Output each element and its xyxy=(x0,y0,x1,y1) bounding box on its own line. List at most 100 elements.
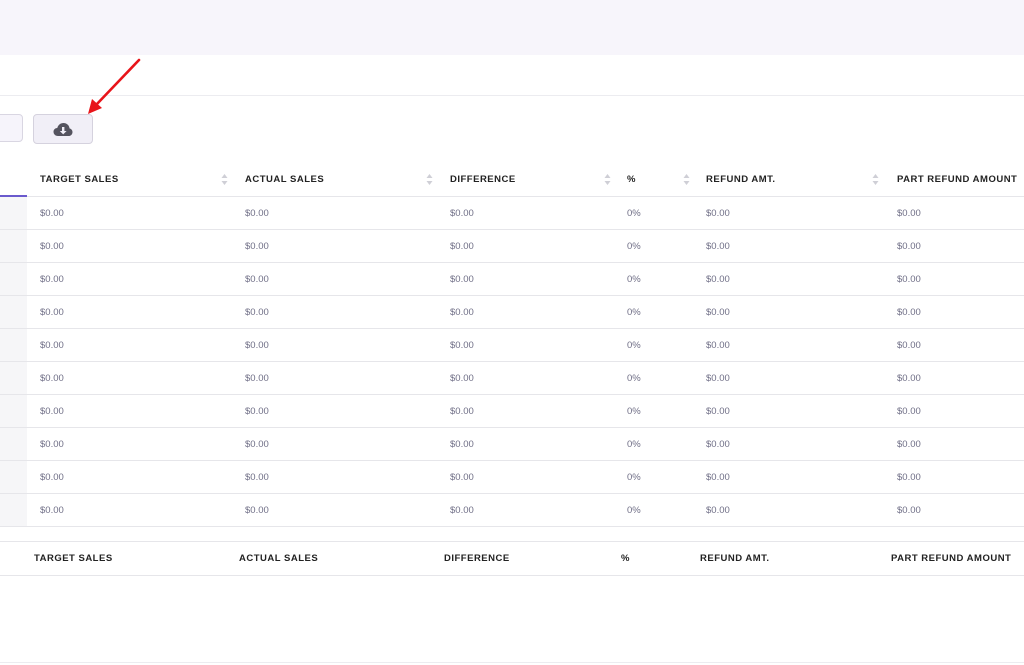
cell-actual: $0.00 xyxy=(245,504,269,516)
cell-difference: $0.00 xyxy=(450,240,474,252)
sort-icon[interactable] xyxy=(221,173,228,186)
cell-percent: 0% xyxy=(627,306,641,318)
table-row: $0.00 $0.00 $0.00 0% $0.00 $0.00 xyxy=(0,494,1024,527)
row-leading-cell xyxy=(0,230,27,262)
column-header-percent[interactable]: % xyxy=(627,162,636,196)
footer-label-actual: ACTUAL SALES xyxy=(239,553,319,564)
cell-actual: $0.00 xyxy=(245,207,269,219)
row-leading-cell xyxy=(0,362,27,394)
sort-icon[interactable] xyxy=(604,173,611,186)
filter-input[interactable] xyxy=(0,114,23,142)
top-bar xyxy=(0,0,1024,55)
column-header-target[interactable]: TARGET SALES xyxy=(40,162,119,196)
table-row: $0.00 $0.00 $0.00 0% $0.00 $0.00 xyxy=(0,296,1024,329)
table-row: $0.00 $0.00 $0.00 0% $0.00 $0.00 xyxy=(0,362,1024,395)
cell-percent: 0% xyxy=(627,438,641,450)
cell-target: $0.00 xyxy=(40,372,64,384)
cell-part_refund: $0.00 xyxy=(897,273,921,285)
cell-actual: $0.00 xyxy=(245,471,269,483)
cell-actual: $0.00 xyxy=(245,339,269,351)
table-row: $0.00 $0.00 $0.00 0% $0.00 $0.00 xyxy=(0,230,1024,263)
annotation-arrow xyxy=(88,58,141,114)
cell-difference: $0.00 xyxy=(450,405,474,417)
cloud-download-icon xyxy=(53,122,73,136)
cell-refund: $0.00 xyxy=(706,438,730,450)
cell-target: $0.00 xyxy=(40,240,64,252)
table-row: $0.00 $0.00 $0.00 0% $0.00 $0.00 xyxy=(0,395,1024,428)
cell-percent: 0% xyxy=(627,471,641,483)
row-leading-cell xyxy=(0,263,27,295)
cell-refund: $0.00 xyxy=(706,240,730,252)
footer-label-part_refund: PART REFUND AMOUNT xyxy=(891,553,1012,564)
cell-difference: $0.00 xyxy=(450,504,474,516)
cell-refund: $0.00 xyxy=(706,306,730,318)
cell-target: $0.00 xyxy=(40,306,64,318)
cell-target: $0.00 xyxy=(40,504,64,516)
cell-refund: $0.00 xyxy=(706,207,730,219)
sort-icon[interactable] xyxy=(683,173,690,186)
cell-difference: $0.00 xyxy=(450,207,474,219)
cell-part_refund: $0.00 xyxy=(897,240,921,252)
cell-difference: $0.00 xyxy=(450,273,474,285)
cell-percent: 0% xyxy=(627,372,641,384)
cell-refund: $0.00 xyxy=(706,339,730,351)
footer-label-target: TARGET SALES xyxy=(34,553,113,564)
sort-icon[interactable] xyxy=(426,173,433,186)
table-row: $0.00 $0.00 $0.00 0% $0.00 $0.00 xyxy=(0,263,1024,296)
table-row: $0.00 $0.00 $0.00 0% $0.00 $0.00 xyxy=(0,428,1024,461)
cell-target: $0.00 xyxy=(40,207,64,219)
divider xyxy=(0,95,1024,96)
row-leading-cell xyxy=(0,296,27,328)
cell-part_refund: $0.00 xyxy=(897,339,921,351)
cell-actual: $0.00 xyxy=(245,273,269,285)
cell-target: $0.00 xyxy=(40,405,64,417)
cell-actual: $0.00 xyxy=(245,372,269,384)
cell-target: $0.00 xyxy=(40,339,64,351)
cell-refund: $0.00 xyxy=(706,273,730,285)
cell-refund: $0.00 xyxy=(706,471,730,483)
column-header-actual[interactable]: ACTUAL SALES xyxy=(245,162,324,196)
sort-icon[interactable] xyxy=(872,173,879,186)
cell-difference: $0.00 xyxy=(450,471,474,483)
row-leading-cell xyxy=(0,329,27,361)
cell-part_refund: $0.00 xyxy=(897,372,921,384)
cell-percent: 0% xyxy=(627,207,641,219)
cell-refund: $0.00 xyxy=(706,372,730,384)
row-leading-cell xyxy=(0,395,27,427)
column-header-difference[interactable]: DIFFERENCE xyxy=(450,162,516,196)
cell-target: $0.00 xyxy=(40,471,64,483)
row-leading-cell xyxy=(0,494,27,526)
bottom-divider xyxy=(0,662,1024,663)
cell-part_refund: $0.00 xyxy=(897,207,921,219)
cell-percent: 0% xyxy=(627,405,641,417)
cell-actual: $0.00 xyxy=(245,405,269,417)
cell-refund: $0.00 xyxy=(706,504,730,516)
column-header-part_refund[interactable]: PART REFUND AMOUNT xyxy=(897,162,1017,196)
cell-part_refund: $0.00 xyxy=(897,471,921,483)
cell-percent: 0% xyxy=(627,504,641,516)
cell-refund: $0.00 xyxy=(706,405,730,417)
cell-percent: 0% xyxy=(627,240,641,252)
cell-percent: 0% xyxy=(627,339,641,351)
footer-label-refund: REFUND AMT. xyxy=(700,553,770,564)
footer-label-difference: DIFFERENCE xyxy=(444,553,510,564)
row-leading-cell xyxy=(0,461,27,493)
cell-percent: 0% xyxy=(627,273,641,285)
cell-actual: $0.00 xyxy=(245,240,269,252)
table-header: TARGET SALES ACTUAL SALES DIFFERENCE% REFUN… xyxy=(0,162,1024,197)
cell-actual: $0.00 xyxy=(245,306,269,318)
cell-part_refund: $0.00 xyxy=(897,504,921,516)
cell-part_refund: $0.00 xyxy=(897,306,921,318)
cell-difference: $0.00 xyxy=(450,438,474,450)
column-header-refund[interactable]: REFUND AMT. xyxy=(706,162,776,196)
cell-part_refund: $0.00 xyxy=(897,405,921,417)
cell-actual: $0.00 xyxy=(245,438,269,450)
table-row: $0.00 $0.00 $0.00 0% $0.00 $0.00 xyxy=(0,461,1024,494)
cell-difference: $0.00 xyxy=(450,306,474,318)
cell-part_refund: $0.00 xyxy=(897,438,921,450)
cell-difference: $0.00 xyxy=(450,339,474,351)
footer-label-percent: % xyxy=(621,553,630,564)
cell-difference: $0.00 xyxy=(450,372,474,384)
table-row: $0.00 $0.00 $0.00 0% $0.00 $0.00 xyxy=(0,329,1024,362)
cell-target: $0.00 xyxy=(40,273,64,285)
